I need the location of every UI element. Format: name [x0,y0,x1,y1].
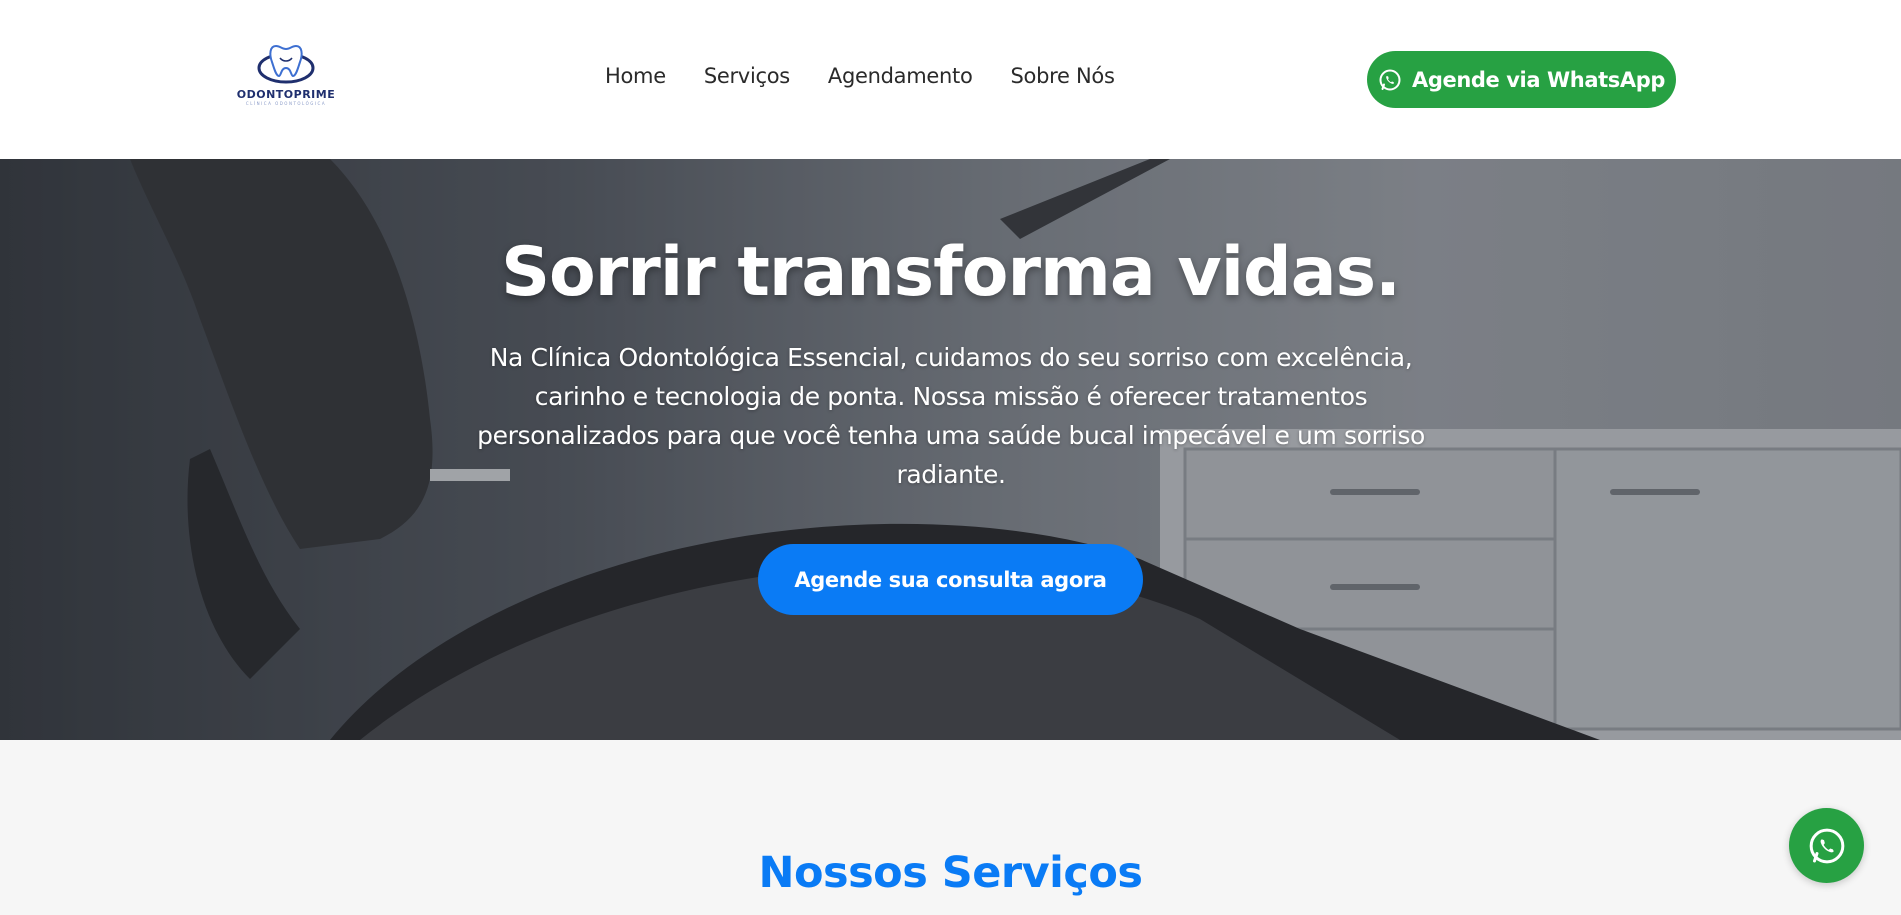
whatsapp-schedule-button[interactable]: Agende via WhatsApp [1367,51,1676,108]
services-title: Nossos Serviços [758,848,1143,898]
whatsapp-button-label: Agende via WhatsApp [1412,67,1665,92]
whatsapp-icon [1379,69,1401,90]
nav-agendamento[interactable]: Agendamento [828,64,973,88]
logo[interactable]: ODONTOPRIME CLÍNICA ODONTOLÓGICA [236,40,336,116]
schedule-appointment-button[interactable]: Agende sua consulta agora [758,544,1143,615]
whatsapp-icon [1809,828,1844,863]
logo-subtitle: CLÍNICA ODONTOLÓGICA [245,101,327,106]
hero-title: Sorrir transforma vidas. [501,233,1401,312]
hero-description: Na Clínica Odontológica Essencial, cuida… [477,343,1425,489]
hero-section: Sorrir transforma vidas. Na Clínica Odon… [0,159,1901,740]
logo-name: ODONTOPRIME [236,88,336,101]
nav-sobre-nos[interactable]: Sobre Nós [1011,64,1115,88]
tooth-logo-icon [257,44,315,84]
nav-servicos[interactable]: Serviços [704,64,790,88]
site-header: ODONTOPRIME CLÍNICA ODONTOLÓGICA Home Se… [0,0,1901,159]
main-nav: Home Serviços Agendamento Sobre Nós [605,64,1153,88]
nav-home[interactable]: Home [605,64,666,88]
floating-whatsapp-button[interactable] [1789,808,1864,883]
